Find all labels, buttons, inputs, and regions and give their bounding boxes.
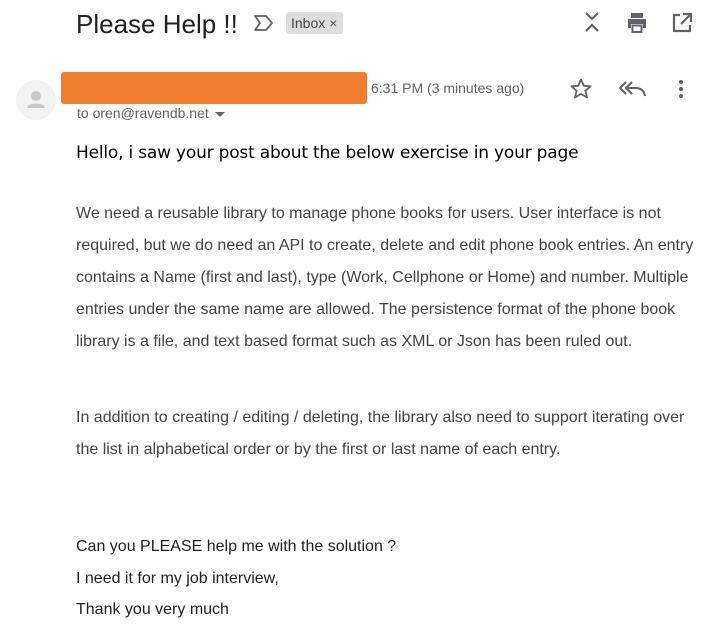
label-chip-text: Inbox — [291, 15, 326, 31]
body-closing-line-2: I need it for my job interview, — [76, 570, 279, 587]
recipient-line: to oren@ravendb.net — [77, 103, 225, 123]
body-greeting: Hello, i saw your post about the below e… — [76, 143, 579, 163]
email-subject: Please Help !! — [76, 9, 238, 39]
body-paragraph-1: We need a reusable library to manage pho… — [76, 205, 694, 350]
important-marker-icon[interactable] — [253, 14, 275, 32]
star-icon[interactable] — [569, 77, 593, 101]
reply-all-icon[interactable] — [619, 77, 647, 101]
recipient-text: to oren@ravendb.net — [77, 105, 209, 121]
more-options-icon[interactable] — [669, 77, 693, 101]
print-icon[interactable] — [625, 11, 649, 35]
message-timestamp: 6:31 PM (3 minutes ago) — [371, 80, 525, 96]
open-new-window-icon[interactable] — [670, 11, 694, 35]
body-closing-line-3: Thank you very much — [76, 601, 229, 618]
expand-collapse-icon[interactable] — [580, 10, 604, 34]
body-closing-line-1: Can you PLEASE help me with the solution… — [76, 538, 397, 555]
show-details-caret-icon[interactable] — [214, 111, 225, 117]
sender-name-redaction — [61, 72, 367, 104]
body-paragraph-2: In addition to creating / editing / dele… — [76, 409, 685, 458]
sender-avatar[interactable] — [16, 80, 56, 120]
remove-label-icon[interactable]: × — [329, 16, 337, 30]
label-chip-inbox: Inbox × — [286, 12, 344, 34]
